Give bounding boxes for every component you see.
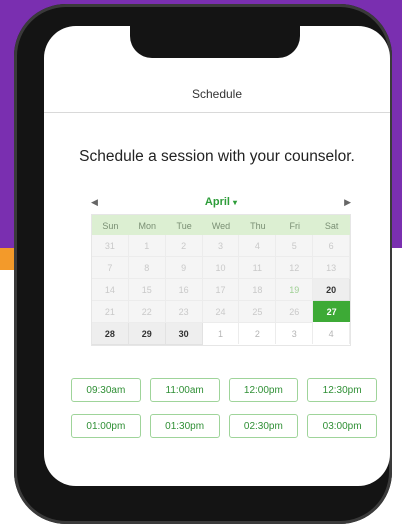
time-slot-button[interactable]: 11:00am — [149, 378, 220, 402]
calendar-nav: ◀ April ▾ ▶ — [91, 192, 351, 212]
calendar-day: 4 — [239, 235, 277, 257]
calendar-week: 31 1 2 3 4 5 6 — [92, 235, 350, 257]
phone-screen: Schedule Schedule a session with your co… — [44, 26, 390, 486]
calendar-day: 8 — [128, 257, 166, 279]
calendar-grid: Sun Mon Tue Wed Thu Fri Sat 31 1 2 3 4 5… — [91, 214, 351, 346]
weekday-label: Sat — [324, 220, 339, 231]
calendar-week: 7 8 9 10 11 12 13 — [92, 257, 350, 279]
prev-month-icon[interactable]: ◀ — [91, 197, 98, 208]
calendar-day: 1 — [128, 235, 166, 257]
calendar-day: 24 — [202, 301, 240, 323]
calendar-day: 12 — [276, 257, 314, 279]
time-slot-button[interactable]: 09:30am — [71, 378, 141, 402]
calendar-day: 9 — [165, 257, 203, 279]
calendar-day: 6 — [313, 235, 350, 257]
weekday-label: Fri — [289, 220, 300, 231]
calendar-day: 25 — [239, 301, 277, 323]
weekday-label: Wed — [211, 220, 231, 231]
calendar-day: 17 — [202, 279, 240, 301]
calendar-week: 14 15 16 17 18 19 20 — [92, 279, 350, 301]
calendar-day: 18 — [239, 279, 277, 301]
phone-notch — [130, 26, 300, 58]
calendar-day: 19 — [276, 279, 314, 301]
calendar-day: 7 — [92, 257, 129, 279]
calendar-day: 31 — [92, 235, 129, 257]
calendar-day-available[interactable]: 29 — [128, 323, 166, 345]
weekday-header: Sun Mon Tue Wed Thu Fri Sat — [92, 215, 350, 235]
calendar-day-next-month: 3 — [276, 323, 314, 344]
calendar-day-next-month: 4 — [313, 323, 350, 344]
calendar-day: 16 — [165, 279, 203, 301]
month-selector[interactable]: April ▾ — [205, 196, 237, 208]
month-label: April — [204, 196, 230, 208]
calendar-day: 21 — [92, 301, 129, 323]
weekday-label: Thu — [250, 220, 266, 231]
calendar-day: 11 — [239, 257, 277, 279]
calendar-day: 3 — [202, 235, 240, 257]
calendar-day: 5 — [276, 235, 314, 257]
time-slot-button[interactable]: 03:00pm — [307, 414, 377, 438]
calendar-day-available[interactable]: 20 — [313, 279, 350, 301]
chevron-down-icon: ▾ — [233, 198, 238, 207]
calendar-day-next-month: 1 — [202, 323, 240, 344]
weekday-label: Tue — [176, 220, 192, 231]
phone-frame: Schedule Schedule a session with your co… — [14, 4, 392, 524]
weekday-label: Mon — [138, 220, 157, 231]
calendar-day-available[interactable]: 30 — [165, 323, 203, 345]
calendar: ◀ April ▾ ▶ Sun Mon Tue Wed Thu Fri Sat — [91, 192, 351, 346]
app-header: Schedule — [44, 76, 390, 113]
time-slot-button[interactable]: 01:30pm — [149, 414, 220, 438]
time-slot-button[interactable]: 12:00pm — [228, 378, 299, 402]
calendar-day-available[interactable]: 28 — [92, 323, 129, 345]
calendar-day: 23 — [165, 301, 203, 323]
weekday-label: Sun — [102, 220, 119, 231]
time-slot-button[interactable]: 01:00pm — [71, 414, 141, 438]
calendar-day: 2 — [165, 235, 203, 257]
calendar-day-next-month: 2 — [239, 323, 277, 344]
schedule-prompt: Schedule a session with your counselor. — [79, 148, 355, 165]
calendar-day-selected[interactable]: 27 — [313, 301, 350, 322]
calendar-week: 28 29 30 1 2 3 4 — [92, 323, 350, 345]
calendar-day: 26 — [276, 301, 314, 323]
calendar-day: 14 — [92, 279, 129, 301]
calendar-day: 15 — [128, 279, 166, 301]
calendar-day: 22 — [128, 301, 166, 323]
time-slot-button[interactable]: 12:30pm — [307, 378, 377, 402]
calendar-week: 21 22 23 24 25 26 27 — [92, 301, 350, 323]
time-slot-list: 09:30am 11:00am 12:00pm 12:30pm 01:00pm … — [71, 378, 377, 438]
next-month-icon[interactable]: ▶ — [344, 197, 351, 208]
time-slot-button[interactable]: 02:30pm — [228, 414, 299, 438]
calendar-day: 10 — [202, 257, 240, 279]
header-title: Schedule — [191, 87, 243, 101]
calendar-day: 13 — [313, 257, 350, 279]
